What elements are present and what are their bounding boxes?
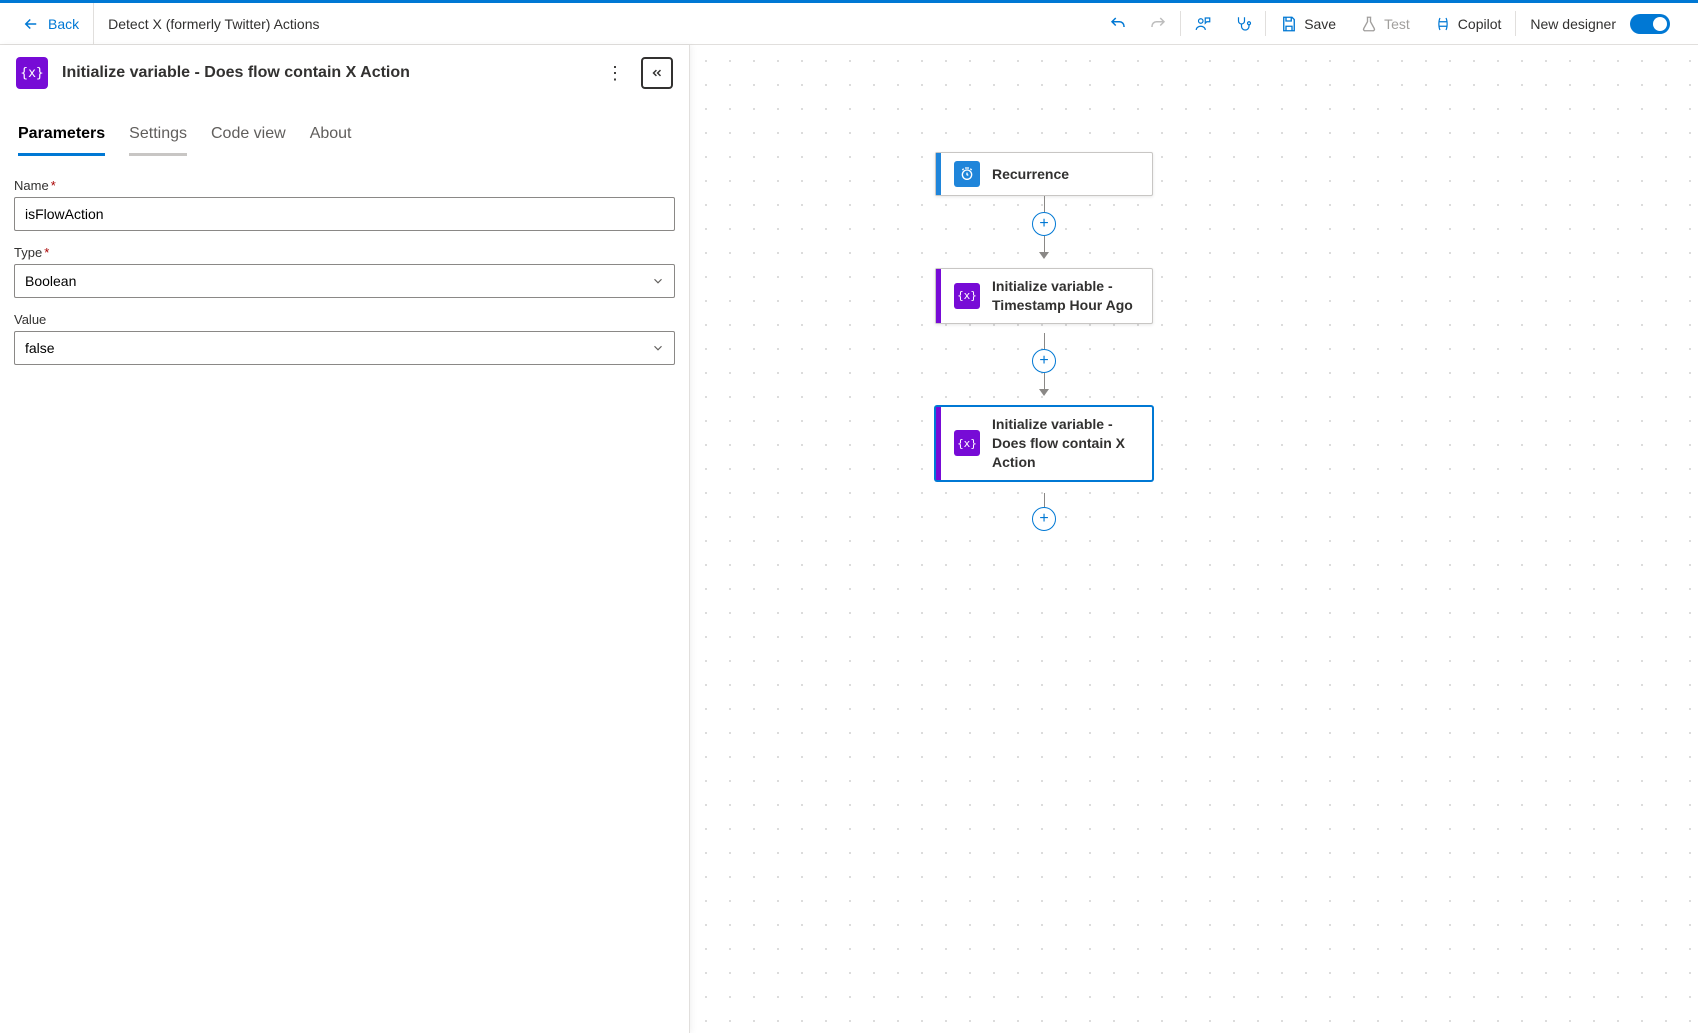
test-button[interactable]: Test bbox=[1348, 3, 1422, 44]
stethoscope-icon bbox=[1234, 15, 1252, 33]
divider bbox=[1265, 11, 1266, 36]
undo-icon bbox=[1109, 15, 1127, 33]
panel-tabs: Parameters Settings Code view About bbox=[0, 101, 689, 156]
flow-title: Detect X (formerly Twitter) Actions bbox=[94, 16, 319, 32]
feedback-button[interactable] bbox=[1183, 3, 1223, 44]
new-designer-label: New designer bbox=[1530, 16, 1616, 32]
node-label: Initialize variable - Timestamp Hour Ago bbox=[992, 277, 1140, 315]
name-input[interactable] bbox=[14, 197, 675, 231]
divider bbox=[1180, 11, 1181, 36]
node-init-flow-action[interactable]: {x} Initialize variable - Does flow cont… bbox=[935, 406, 1153, 481]
parameters-form: Name* Type* Value bbox=[0, 156, 689, 401]
support-button[interactable] bbox=[1223, 3, 1263, 44]
type-label: Type* bbox=[14, 245, 675, 260]
variable-icon: {x} bbox=[16, 57, 48, 89]
node-label: Recurrence bbox=[992, 165, 1069, 184]
properties-panel: {x} Initialize variable - Does flow cont… bbox=[0, 45, 690, 1033]
clock-icon bbox=[954, 161, 980, 187]
tab-code-view[interactable]: Code view bbox=[211, 125, 286, 156]
arrow-left-icon bbox=[22, 15, 40, 33]
tab-about[interactable]: About bbox=[310, 125, 352, 156]
save-label: Save bbox=[1304, 16, 1336, 32]
panel-title: Initialize variable - Does flow contain … bbox=[62, 64, 410, 82]
test-label: Test bbox=[1384, 16, 1410, 32]
flask-icon bbox=[1360, 15, 1378, 33]
name-label: Name* bbox=[14, 178, 675, 193]
variable-icon: {x} bbox=[954, 430, 980, 456]
add-step-button[interactable]: + bbox=[1032, 212, 1056, 236]
collapse-panel-button[interactable] bbox=[641, 57, 673, 89]
copilot-label: Copilot bbox=[1458, 16, 1502, 32]
undo-button[interactable] bbox=[1098, 3, 1138, 44]
save-button[interactable]: Save bbox=[1268, 3, 1348, 44]
copilot-button[interactable]: Copilot bbox=[1422, 3, 1514, 44]
person-feedback-icon bbox=[1194, 15, 1212, 33]
tab-parameters[interactable]: Parameters bbox=[18, 125, 105, 156]
flow-canvas[interactable]: Recurrence + {x} Initialize variable - T… bbox=[690, 45, 1698, 1033]
toggle-switch[interactable] bbox=[1630, 14, 1670, 34]
back-button[interactable]: Back bbox=[8, 3, 94, 44]
topbar: Back Detect X (formerly Twitter) Actions… bbox=[0, 0, 1698, 45]
divider bbox=[1515, 11, 1516, 36]
tab-settings[interactable]: Settings bbox=[129, 125, 187, 156]
redo-button[interactable] bbox=[1138, 3, 1178, 44]
value-select[interactable] bbox=[14, 331, 675, 365]
type-select[interactable] bbox=[14, 264, 675, 298]
back-label: Back bbox=[48, 16, 79, 32]
save-icon bbox=[1280, 15, 1298, 33]
variable-icon: {x} bbox=[954, 283, 980, 309]
node-recurrence[interactable]: Recurrence bbox=[935, 152, 1153, 196]
value-label: Value bbox=[14, 312, 675, 327]
copilot-icon bbox=[1434, 15, 1452, 33]
node-label: Initialize variable - Does flow contain … bbox=[992, 415, 1140, 472]
node-init-timestamp[interactable]: {x} Initialize variable - Timestamp Hour… bbox=[935, 268, 1153, 324]
chevron-double-left-icon bbox=[650, 66, 664, 80]
new-designer-toggle[interactable]: New designer bbox=[1518, 3, 1690, 44]
add-step-button[interactable]: + bbox=[1032, 349, 1056, 373]
add-step-button[interactable]: + bbox=[1032, 507, 1056, 531]
more-button[interactable]: ⋮ bbox=[606, 63, 623, 84]
redo-icon bbox=[1149, 15, 1167, 33]
